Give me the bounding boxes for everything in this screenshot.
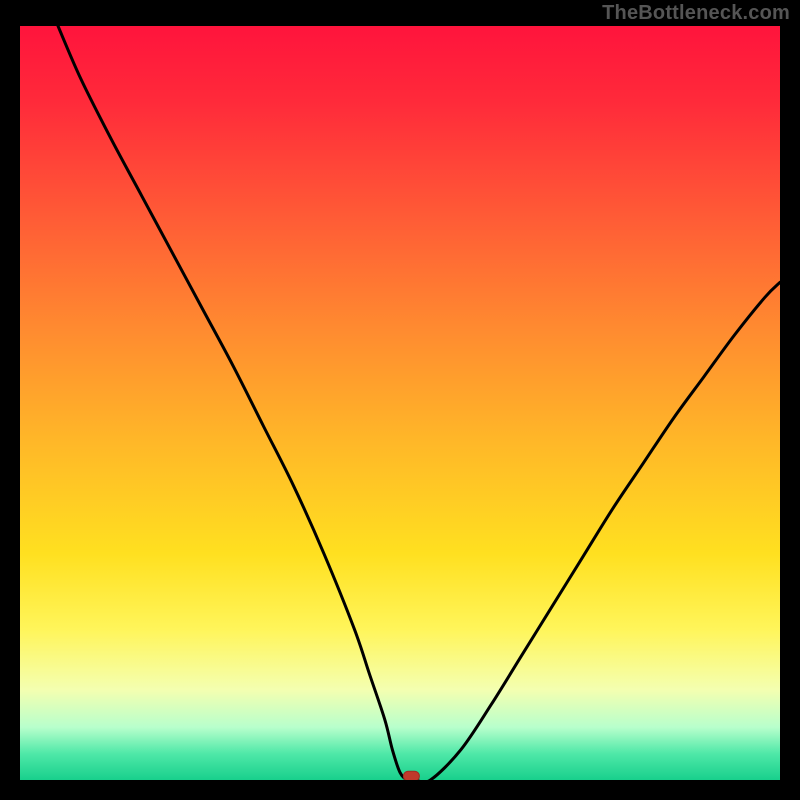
bottleneck-chart <box>20 26 780 780</box>
optimal-marker <box>403 771 419 780</box>
watermark-text: TheBottleneck.com <box>602 2 790 25</box>
gradient-background <box>20 26 780 780</box>
